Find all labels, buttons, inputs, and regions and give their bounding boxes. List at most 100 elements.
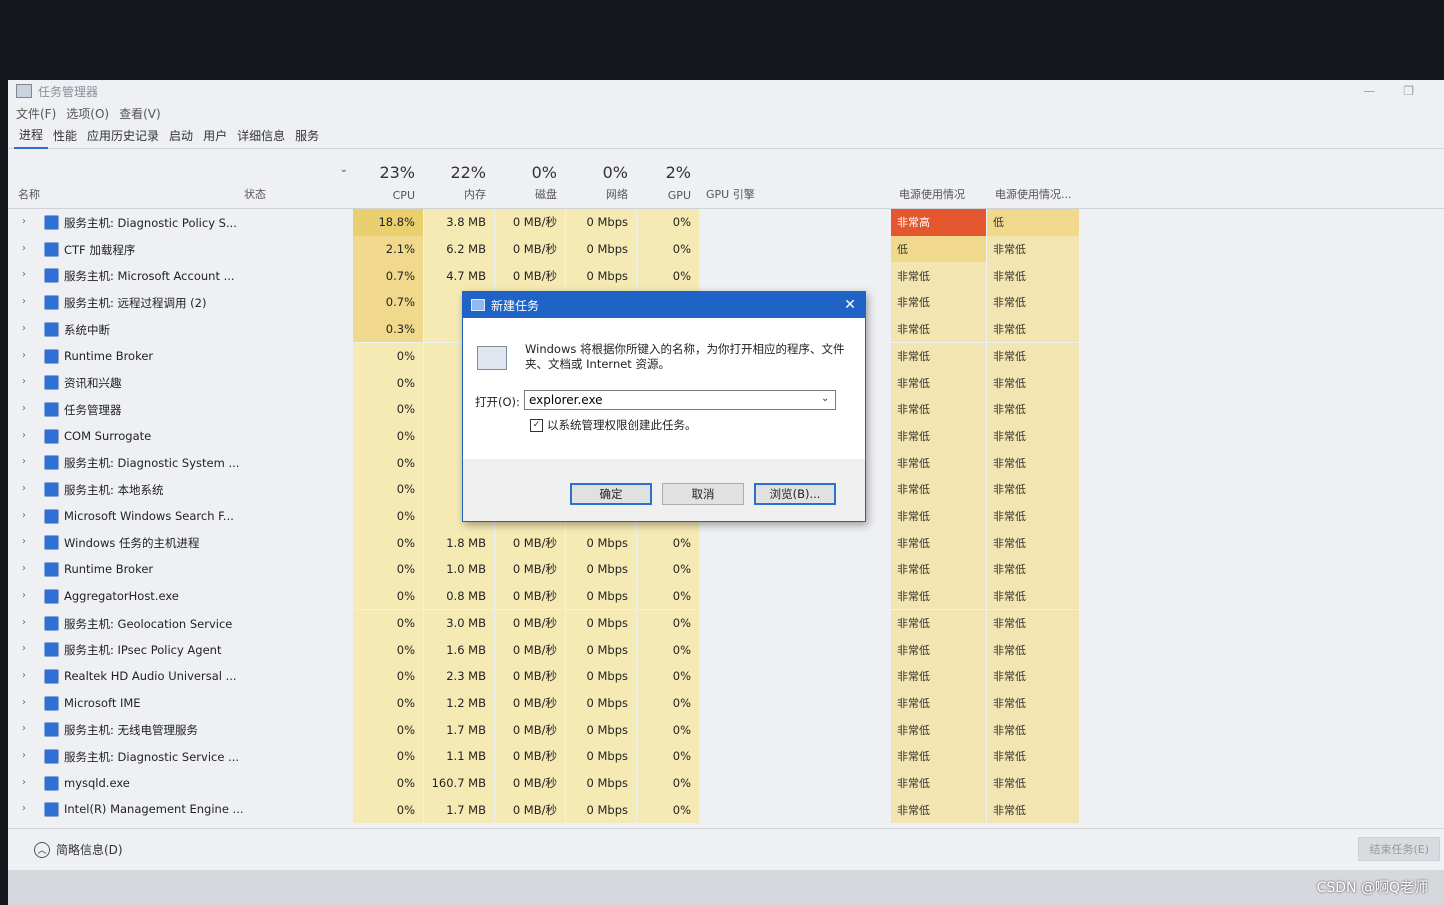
process-icon xyxy=(44,428,59,444)
column-disk[interactable]: 0% 磁盘 xyxy=(495,160,565,208)
menu-options[interactable]: 选项(O) xyxy=(66,105,109,122)
expand-chevron-icon[interactable]: › xyxy=(22,723,26,734)
expand-chevron-icon[interactable]: › xyxy=(22,430,26,441)
cell-cpu: 0% xyxy=(353,609,423,637)
menu-bar: 文件(F) 选项(O) 查看(V) xyxy=(8,102,1444,124)
table-row[interactable]: › 服务主机: IPsec Policy Agent 0% 1.6 MB 0 MB/秒 0… xyxy=(8,636,1444,663)
expand-chevron-icon[interactable]: › xyxy=(22,643,26,654)
less-details-label: 简略信息(D) xyxy=(56,843,123,857)
expand-chevron-icon[interactable]: › xyxy=(22,296,26,307)
cell-net: 0 Mbps xyxy=(566,796,636,824)
dialog-title-bar: 新建任务 ✕ xyxy=(463,292,865,318)
tab-users[interactable]: 用户 xyxy=(198,124,232,148)
process-name: 服务主机: Diagnostic Service ... xyxy=(64,750,240,764)
menu-view[interactable]: 查看(V) xyxy=(119,105,161,122)
expand-chevron-icon[interactable]: › xyxy=(22,777,26,788)
expand-chevron-icon[interactable]: › xyxy=(22,563,26,574)
tab-services[interactable]: 服务 xyxy=(290,124,324,148)
column-memory[interactable]: 22% 内存 xyxy=(424,160,494,208)
cell-cpu: 0% xyxy=(353,582,423,610)
expand-chevron-icon[interactable]: › xyxy=(22,750,26,761)
process-name: COM Surrogate xyxy=(64,428,152,443)
expand-chevron-icon[interactable]: › xyxy=(22,697,26,708)
tab-details[interactable]: 详细信息 xyxy=(232,124,290,148)
column-gpu[interactable]: 2% GPU xyxy=(637,160,699,208)
expand-chevron-icon[interactable]: › xyxy=(22,483,26,494)
cell-mem: 6.2 MB xyxy=(424,235,494,263)
process-icon xyxy=(44,562,59,578)
table-row[interactable]: › AggregatorHost.exe 0% 0.8 MB 0 MB/秒 0 Mbps 0… xyxy=(8,582,1444,610)
column-name[interactable]: 名称 xyxy=(8,160,238,208)
column-disk-label: 磁盘 xyxy=(535,188,557,201)
cell-power: 非常低 xyxy=(891,262,986,290)
tab-performance[interactable]: 性能 xyxy=(48,124,82,148)
maximize-icon[interactable]: ❐ xyxy=(1403,84,1414,98)
process-name: CTF 加载程序 xyxy=(64,242,136,257)
table-row[interactable]: › 服务主机: Diagnostic Policy S... 18.8% 3.8 MB… xyxy=(8,209,1444,236)
menu-file[interactable]: 文件(F) xyxy=(16,105,56,122)
table-row[interactable]: › Microsoft IME 0% 1.2 MB 0 MB/秒 0 Mbps 0% 非常低非… xyxy=(8,689,1444,717)
close-icon[interactable]: ✕ xyxy=(835,297,865,313)
cpu-total: 23% xyxy=(379,163,415,182)
table-row[interactable]: › 服务主机: Geolocation Service 0% 3.0 MB 0 MB/秒… xyxy=(8,609,1444,637)
column-power-trend[interactable]: 电源使用情况... xyxy=(987,160,1087,208)
table-row[interactable]: › Intel(R) Management Engine ... 0% 1.7 MB 0… xyxy=(8,796,1444,824)
checkbox-checked-icon[interactable]: ✓ xyxy=(530,418,543,432)
expand-chevron-icon[interactable]: › xyxy=(22,403,26,414)
process-name: 服务主机: Geolocation Service xyxy=(64,616,233,631)
column-power[interactable]: 电源使用情况 xyxy=(891,160,986,208)
cancel-button[interactable]: 取消 xyxy=(662,483,744,505)
cell-gpu: 0% xyxy=(637,662,699,690)
cell-net: 0 Mbps xyxy=(566,743,636,770)
expand-chevron-icon[interactable]: › xyxy=(22,456,26,467)
process-icon xyxy=(44,615,59,631)
process-name: 系统中断 xyxy=(64,322,110,337)
column-status[interactable]: 状态 ⌄ xyxy=(238,160,352,208)
admin-checkbox[interactable]: ✓ 以系统管理权限创建此任务。 xyxy=(530,417,697,433)
table-row[interactable]: › 服务主机: Microsoft Account ... 0.7% 4.7 MB 0 … xyxy=(8,262,1444,290)
expand-chevron-icon[interactable]: › xyxy=(22,590,26,601)
expand-chevron-icon[interactable]: › xyxy=(22,243,26,254)
expand-chevron-icon[interactable]: › xyxy=(22,617,26,628)
cell-power-trend: 非常低 xyxy=(987,235,1079,263)
expand-chevron-icon[interactable]: › xyxy=(22,536,26,547)
browse-button[interactable]: 浏览(B)... xyxy=(754,483,836,505)
table-row[interactable]: › Runtime Broker 0% 1.0 MB 0 MB/秒 0 Mbps 0% 非常低… xyxy=(8,556,1444,583)
expand-chevron-icon[interactable]: › xyxy=(22,269,26,280)
cell-power: 非常低 xyxy=(891,422,986,450)
admin-checkbox-label: 以系统管理权限创建此任务。 xyxy=(547,418,697,432)
network-total: 0% xyxy=(602,163,628,182)
expand-chevron-icon[interactable]: › xyxy=(22,323,26,334)
cell-disk: 0 MB/秒 xyxy=(495,582,565,610)
chevron-down-icon[interactable]: ⌄ xyxy=(821,393,829,404)
expand-chevron-icon[interactable]: › xyxy=(22,670,26,681)
cell-disk: 0 MB/秒 xyxy=(495,689,565,717)
open-input[interactable] xyxy=(524,390,836,410)
end-task-button[interactable]: 结束任务(E) xyxy=(1358,837,1440,861)
cell-cpu: 0% xyxy=(353,342,423,370)
expand-chevron-icon[interactable]: › xyxy=(22,216,26,227)
table-row[interactable]: › 服务主机: Diagnostic Service ... 0% 1.1 MB 0 M… xyxy=(8,743,1444,770)
cell-power: 非常低 xyxy=(891,476,986,503)
column-cpu[interactable]: 23% CPU xyxy=(353,160,423,208)
expand-chevron-icon[interactable]: › xyxy=(22,803,26,814)
tab-bar: 进程 性能 应用历史记录 启动 用户 详细信息 服务 xyxy=(8,124,1444,149)
less-details-button[interactable]: ︿ 简略信息(D) xyxy=(34,841,123,858)
minimize-icon[interactable]: — xyxy=(1363,84,1375,98)
column-network[interactable]: 0% 网络 xyxy=(566,160,636,208)
process-name: 服务主机: Diagnostic System ... xyxy=(64,456,240,471)
table-row[interactable]: › Realtek HD Audio Universal ... 0% 2.3 MB 0… xyxy=(8,662,1444,690)
tab-app-history[interactable]: 应用历史记录 xyxy=(82,124,164,148)
table-row[interactable]: › 服务主机: 无线电管理服务 0% 1.7 MB 0 MB/秒 0 Mbps 0% 非常低非… xyxy=(8,716,1444,743)
tab-processes[interactable]: 进程 xyxy=(14,123,49,149)
column-power-label: 电源使用情况 xyxy=(899,188,965,201)
tab-startup[interactable]: 启动 xyxy=(164,124,198,148)
table-row[interactable]: › CTF 加载程序 2.1% 6.2 MB 0 MB/秒 0 Mbps 0% 低非常低 xyxy=(8,235,1444,263)
expand-chevron-icon[interactable]: › xyxy=(22,510,26,521)
column-gpu-engine[interactable]: GPU 引擎 xyxy=(700,160,890,208)
table-row[interactable]: › Windows 任务的主机进程 0% 1.8 MB 0 MB/秒 0 Mbps 0% 非常… xyxy=(8,529,1444,557)
table-row[interactable]: › mysqld.exe 0% 160.7 MB 0 MB/秒 0 Mbps 0% 非常低 非常… xyxy=(8,769,1444,797)
expand-chevron-icon[interactable]: › xyxy=(22,376,26,387)
expand-chevron-icon[interactable]: › xyxy=(22,350,26,361)
ok-button[interactable]: 确定 xyxy=(570,483,652,505)
